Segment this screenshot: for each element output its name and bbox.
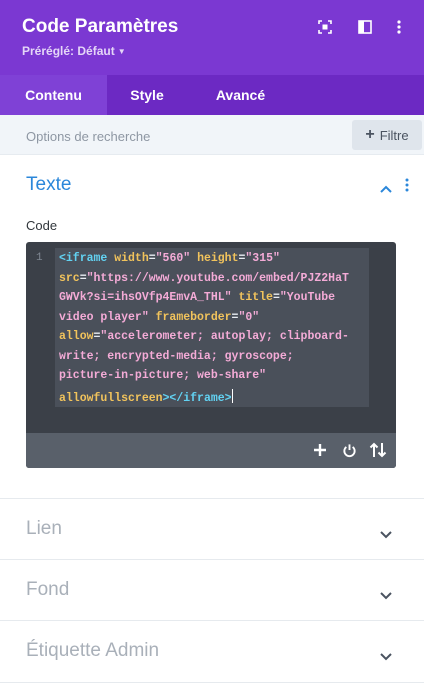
filter-button[interactable]: + Filtre	[352, 120, 422, 150]
sort-icon[interactable]	[368, 441, 388, 459]
section-divider	[0, 559, 424, 560]
section-options-icon[interactable]	[405, 178, 409, 197]
editor-toolbar	[26, 433, 396, 468]
code-token: =	[79, 271, 87, 285]
search-options-input[interactable]	[26, 126, 326, 146]
chevron-up-icon[interactable]	[380, 180, 392, 198]
code-line: picture-in-picture; web-share"	[59, 369, 266, 382]
tab-avance[interactable]: Avancé	[187, 75, 294, 115]
filter-label: Filtre	[379, 127, 409, 143]
code-field-label: Code	[26, 218, 58, 233]
preset-label: Préréglé: Défaut	[22, 44, 115, 58]
code-token: "accelerometer; autoplay; clipboard-	[100, 330, 349, 343]
code-token: "315"	[245, 252, 280, 265]
section-title-fond[interactable]: Fond	[26, 579, 69, 601]
code-token: video player"	[59, 310, 149, 324]
more-vertical-icon[interactable]	[390, 18, 408, 36]
section-divider	[0, 498, 424, 499]
code-token: =	[148, 252, 156, 265]
sidebar-layout-icon[interactable]	[356, 18, 374, 36]
code-token: "https://www.youtube.com/embed/PJZ2HaT	[86, 271, 349, 285]
code-token: picture-in-picture; web-share"	[59, 369, 267, 382]
preset-selector[interactable]: Préréglé: Défaut ▼	[22, 44, 126, 58]
settings-header: Code Paramètres Préréglé: Défaut ▼	[0, 0, 424, 75]
code-token: width	[114, 252, 149, 265]
modal-title: Code Paramètres	[22, 16, 179, 37]
tab-bar: Contenu Style Avancé	[0, 75, 424, 115]
line-number: 1	[36, 252, 43, 264]
add-icon[interactable]	[310, 441, 330, 459]
code-token: src	[59, 271, 80, 285]
code-line: <iframe width="560" height="315"	[59, 252, 280, 265]
tab-style[interactable]: Style	[107, 75, 187, 115]
code-line: allow="accelerometer; autoplay; clipboar…	[59, 330, 349, 343]
section-title-etiquette-admin[interactable]: Étiquette Admin	[26, 640, 159, 662]
section-title-texte[interactable]: Texte	[26, 174, 71, 196]
power-icon[interactable]	[339, 441, 359, 459]
code-token: "560"	[155, 252, 191, 265]
code-token: ></iframe>	[162, 391, 232, 405]
text-cursor	[231, 388, 233, 403]
code-token: height	[197, 252, 239, 265]
code-token: frameborder	[155, 310, 232, 324]
section-divider	[0, 620, 424, 621]
section-divider	[0, 682, 424, 683]
code-line: src="https://www.youtube.com/embed/PJZ2H…	[59, 272, 349, 285]
chevron-down-icon[interactable]	[380, 587, 392, 605]
chevron-down-icon[interactable]	[380, 526, 392, 544]
code-token: "YouTube	[279, 291, 336, 304]
code-line: video player" frameborder="0"	[59, 311, 259, 324]
plus-icon: +	[365, 126, 375, 143]
code-token: <iframe	[59, 252, 115, 265]
code-line: GWVk?si=ihsOVfp4EmvA_THL" title="YouTube	[59, 291, 335, 304]
code-token: write; encrypted-media; gyroscope;	[59, 349, 294, 363]
caret-down-icon: ▼	[117, 47, 126, 56]
code-line: allowfullscreen></iframe>	[59, 388, 233, 405]
code-line: write; encrypted-media; gyroscope;	[59, 350, 294, 363]
code-token: GWVk?si=ihsOVfp4EmvA_THL"	[59, 291, 232, 304]
code-token: allow	[59, 330, 94, 343]
code-editor[interactable]: 1 <iframe width="560" height="315" src="h…	[26, 242, 396, 468]
code-token: "0"	[238, 310, 260, 324]
code-token: allowfullscreen	[59, 391, 163, 405]
chevron-down-icon[interactable]	[380, 648, 392, 666]
tab-contenu[interactable]: Contenu	[0, 75, 107, 115]
code-token: =	[272, 291, 280, 304]
expand-icon[interactable]	[316, 18, 334, 36]
code-token: title	[238, 291, 273, 304]
section-title-lien[interactable]: Lien	[26, 518, 62, 540]
